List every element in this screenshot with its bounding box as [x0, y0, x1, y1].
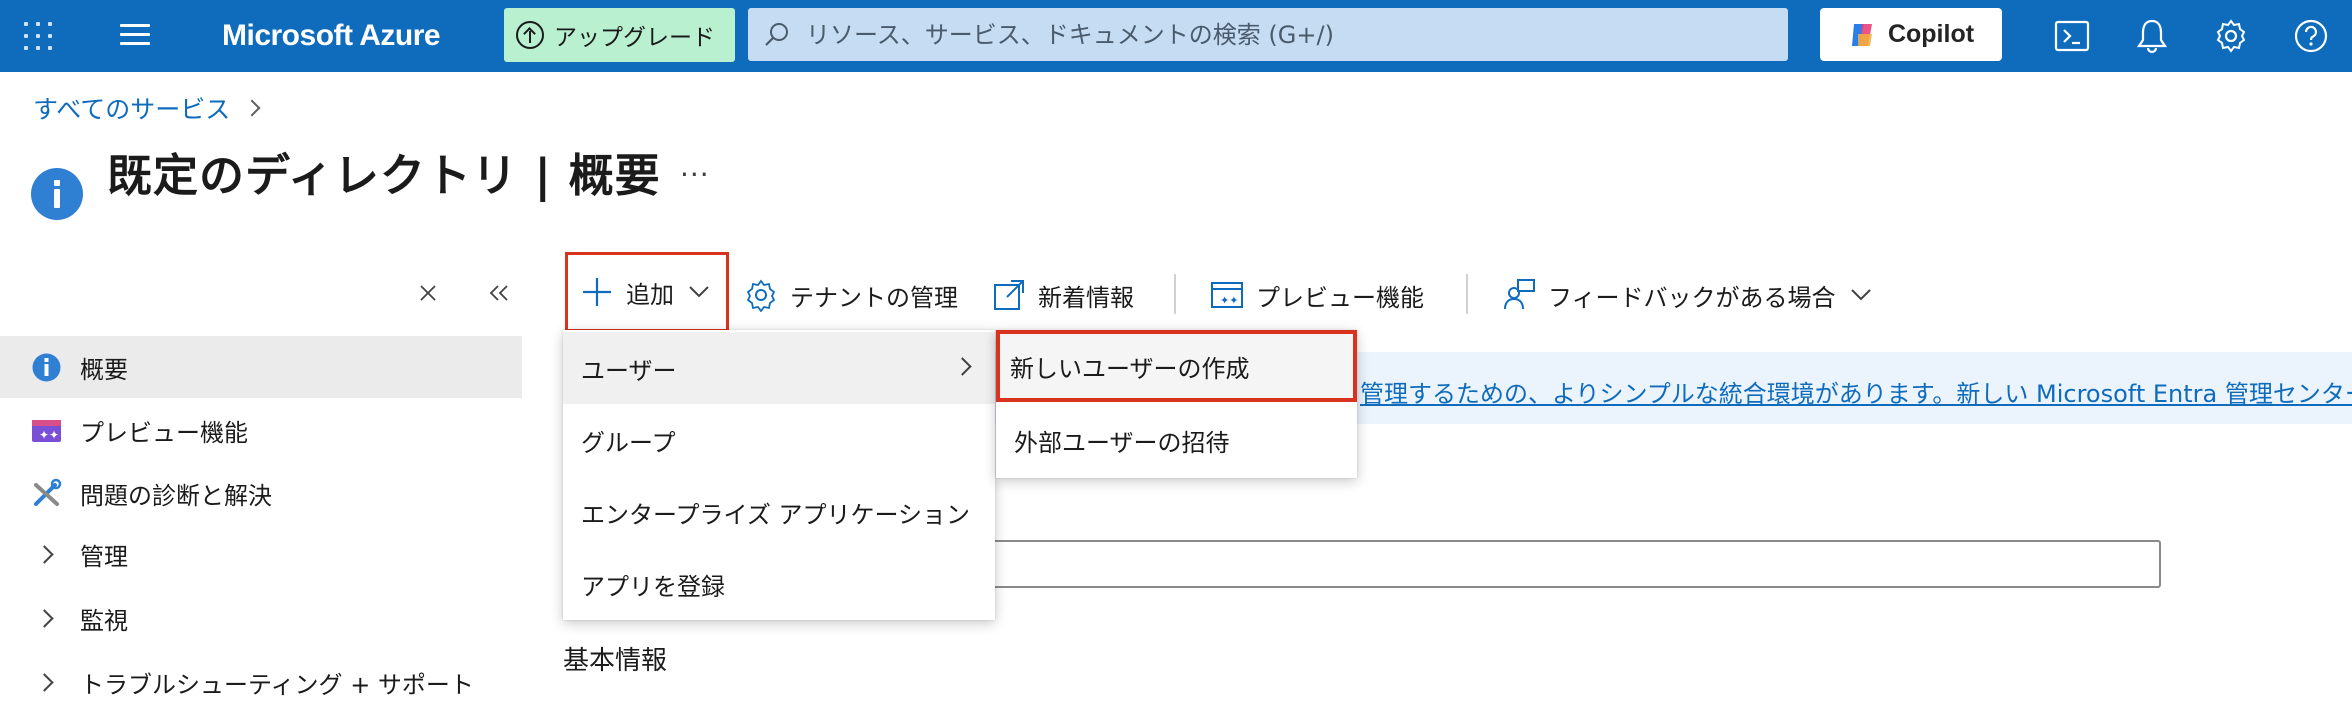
external-link-icon [994, 280, 1024, 310]
info-icon [32, 353, 61, 382]
chevron-down-icon [1850, 289, 1871, 301]
menu-icon[interactable] [120, 22, 150, 48]
sidebar-item-label: プレビュー機能 [80, 418, 248, 447]
plus-icon [583, 278, 611, 306]
chevron-right-icon [35, 609, 54, 628]
menu-item-group[interactable]: グループ [563, 404, 995, 476]
sidebar-item-label: 監視 [80, 606, 128, 635]
whats-new-button[interactable]: 新着情報 [992, 266, 1134, 324]
svg-text:✦✦: ✦✦ [39, 428, 59, 442]
sidebar-item-label: 管理 [80, 542, 128, 571]
preview-features-icon: ✦✦ [1211, 282, 1243, 308]
waffle-icon[interactable] [22, 20, 54, 52]
sidebar-item-diagnose[interactable]: 問題の診断と解決 [0, 462, 522, 524]
search-input[interactable] [806, 8, 1776, 61]
upgrade-label: アップグレード [554, 25, 715, 51]
chevron-right-icon [35, 545, 54, 564]
breadcrumb-all-services[interactable]: すべてのサービス [33, 90, 230, 126]
brand-title[interactable]: Microsoft Azure [222, 16, 441, 56]
preview-features-label: プレビュー機能 [1256, 283, 1424, 312]
copilot-button[interactable]: Copilot [1820, 8, 2002, 61]
sidebar-item-manage[interactable]: 管理 [0, 523, 522, 585]
menu-item-label: アプリを登録 [581, 572, 725, 601]
menu-item-register-app[interactable]: アプリを登録 [563, 548, 995, 620]
chevron-down-icon [689, 286, 709, 298]
help-icon[interactable] [2291, 16, 2331, 56]
menu-item-user[interactable]: ユーザー [563, 332, 995, 404]
sidebar-item-label: トラブルシューティング + サポート [80, 670, 474, 699]
menu-item-label: エンタープライズ アプリケーション [581, 500, 970, 529]
menu-item-label: グループ [581, 428, 676, 457]
menu-item-label: ユーザー [581, 356, 677, 385]
command-separator [1174, 274, 1176, 314]
add-button[interactable]: 追加 [565, 252, 729, 332]
sidebar-item-monitor[interactable]: 監視 [0, 587, 522, 649]
upgrade-button[interactable]: アップグレード [504, 8, 735, 62]
info-icon [31, 168, 83, 220]
chevron-right-icon [35, 673, 54, 692]
top-bar: Microsoft Azure アップグレード Copilot [0, 0, 2352, 72]
copilot-label: Copilot [1887, 20, 1975, 48]
search-icon [765, 23, 788, 46]
menu-item-enterprise-app[interactable]: エンタープライズ アプリケーション [563, 476, 995, 548]
whats-new-label: 新着情報 [1038, 283, 1134, 312]
upgrade-icon [516, 21, 544, 49]
menu-item-label: 外部ユーザーの招待 [1014, 428, 1230, 457]
sidebar-item-label: 問題の診断と解決 [80, 481, 272, 510]
manage-tenant-label: テナントの管理 [790, 283, 958, 312]
sidebar-item-overview[interactable]: 概要 [0, 336, 522, 398]
menu-item-create-user[interactable]: 新しいユーザーの作成 [996, 330, 1357, 402]
content-input-field[interactable] [970, 540, 2161, 588]
user-submenu: 新しいユーザーの作成 外部ユーザーの招待 [996, 330, 1357, 478]
feedback-person-icon [1504, 279, 1535, 310]
search-box[interactable] [748, 8, 1788, 61]
preview-features-button[interactable]: ✦✦ プレビュー機能 [1210, 266, 1424, 324]
gear-icon[interactable] [2211, 16, 2251, 56]
section-basic-info: 基本情報 [563, 646, 668, 676]
entra-admin-center-link[interactable]: 管理するための、よりシンプルな統合環境があります。新しい Microsoft E… [1360, 374, 2352, 409]
feedback-button[interactable]: フィードバックがある場合 [1502, 266, 1872, 324]
more-options-button[interactable]: ··· [680, 158, 710, 191]
chevron-right-icon [243, 99, 261, 117]
chevron-right-icon [953, 357, 972, 376]
clear-filter-button[interactable] [418, 280, 438, 310]
bell-icon[interactable] [2132, 16, 2172, 56]
sidebar-item-label: 概要 [80, 355, 128, 384]
collapse-sidebar-button[interactable] [487, 280, 511, 310]
cloud-shell-icon[interactable] [2052, 16, 2092, 56]
add-label: 追加 [626, 280, 674, 309]
gear-icon [746, 279, 776, 312]
preview-features-icon: ✦✦ [32, 420, 61, 442]
svg-text:✦✦: ✦✦ [1220, 294, 1238, 307]
menu-item-label: 新しいユーザーの作成 [1010, 354, 1250, 383]
sidebar-item-troubleshooting[interactable]: トラブルシューティング + サポート [0, 651, 522, 713]
menu-item-invite-external-user[interactable]: 外部ユーザーの招待 [996, 404, 1357, 476]
copilot-icon [1851, 23, 1872, 46]
feedback-label: フィードバックがある場合 [1548, 283, 1836, 312]
breadcrumb: すべてのサービス [33, 90, 261, 126]
manage-tenant-button[interactable]: テナントの管理 [744, 266, 958, 324]
page-title: 既定のディレクトリ | 概要 [107, 149, 661, 202]
wrench-icon [34, 478, 62, 506]
add-dropdown-menu: ユーザー グループ エンタープライズ アプリケーション アプリを登録 [563, 330, 995, 620]
command-separator [1466, 274, 1468, 314]
sidebar-item-preview-features[interactable]: ✦✦ プレビュー機能 [0, 399, 522, 461]
